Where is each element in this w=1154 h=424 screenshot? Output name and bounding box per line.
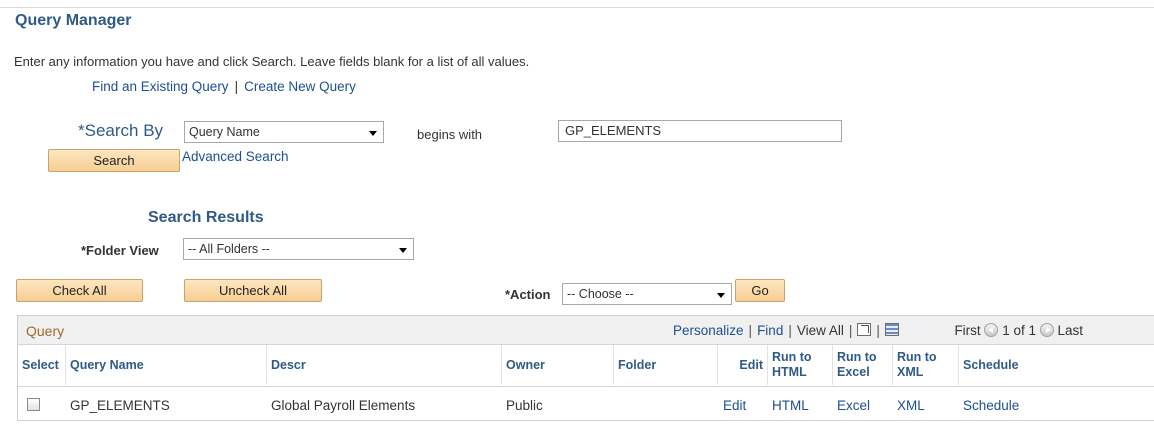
table-row: GP_ELEMENTS Global Payroll Elements Publ… [18, 386, 1154, 421]
search-by-value: Query Name [189, 125, 260, 139]
view-all-link[interactable]: View All [797, 323, 844, 338]
cell-query-name: GP_ELEMENTS [70, 398, 170, 413]
last-arrow-icon[interactable] [1039, 323, 1054, 337]
schedule-link[interactable]: Schedule [963, 398, 1019, 413]
action-select[interactable]: -- Choose -- [562, 283, 732, 305]
cell-owner: Public [506, 398, 543, 413]
col-run-to-html-line1: Run to [772, 350, 812, 364]
query-nav-links: Find an Existing Query | Create New Query [92, 79, 356, 94]
find-link[interactable]: Find [757, 323, 783, 338]
col-run-to-html-line2: HTML [772, 365, 807, 379]
cell-descr: Global Payroll Elements [271, 398, 416, 413]
page-range: 1 of 1 [1002, 323, 1036, 338]
search-value-input[interactable]: GP_ELEMENTS [558, 120, 842, 142]
col-run-to-xml-line2: XML [897, 365, 924, 379]
last-label: Last [1057, 323, 1084, 338]
download-grid-icon[interactable] [884, 323, 899, 336]
col-select: Select [18, 345, 66, 385]
operator-text: begins with [417, 127, 483, 142]
run-html-link[interactable]: HTML [772, 398, 809, 413]
advanced-search-link[interactable]: Advanced Search [182, 149, 289, 164]
grid-navigation: Personalize | Find | View All | | First 1 of 1… [673, 323, 1084, 338]
page-title: Query Manager [15, 12, 132, 29]
folder-view-select[interactable]: -- All Folders -- [183, 238, 414, 260]
col-folder: Folder [614, 345, 718, 385]
create-new-query-link[interactable]: Create New Query [244, 79, 356, 94]
col-run-to-excel: Run to Excel [833, 345, 893, 385]
col-schedule: Schedule [959, 345, 1154, 385]
col-run-to-excel-line1: Run to [837, 350, 877, 364]
action-label: *Action [505, 287, 551, 302]
search-by-select[interactable]: Query Name [184, 121, 384, 143]
search-button[interactable]: Search [48, 149, 180, 172]
uncheck-all-button[interactable]: Uncheck All [184, 279, 322, 302]
zoom-icon[interactable] [857, 323, 872, 336]
edit-link[interactable]: Edit [723, 398, 746, 413]
folder-view-label: *Folder View [81, 243, 159, 258]
col-query-name: Query Name [66, 345, 267, 385]
first-label: First [954, 323, 981, 338]
run-xml-link[interactable]: XML [897, 398, 925, 413]
nav-separator: | [234, 79, 239, 94]
first-arrow-icon[interactable] [984, 323, 999, 337]
top-divider [0, 7, 1154, 8]
find-existing-query-link[interactable]: Find an Existing Query [92, 79, 229, 94]
check-all-button[interactable]: Check All [16, 279, 143, 302]
personalize-link[interactable]: Personalize [673, 323, 744, 338]
grid-title: Query [26, 323, 65, 339]
action-value: -- Choose -- [567, 287, 634, 301]
col-run-to-xml: Run to XML [893, 345, 959, 385]
col-run-to-excel-line2: Excel [837, 365, 870, 379]
grid-header-bar: Query Personalize | Find | View All | | First … [18, 316, 1154, 345]
col-run-to-xml-line1: Run to [897, 350, 937, 364]
search-by-label: *Search By [78, 121, 164, 140]
instructions-text: Enter any information you have and click… [14, 54, 530, 69]
go-button[interactable]: Go [735, 279, 785, 302]
col-run-to-html: Run to HTML [768, 345, 833, 385]
search-results-title: Search Results [148, 209, 264, 226]
col-owner: Owner [502, 345, 614, 385]
folder-view-value: -- All Folders -- [188, 242, 270, 256]
col-edit: Edit [718, 345, 768, 385]
query-grid: Query Personalize | Find | View All | | First … [17, 315, 1154, 421]
col-descr: Descr [267, 345, 502, 385]
row-select-checkbox[interactable] [27, 398, 40, 411]
run-excel-link[interactable]: Excel [837, 398, 870, 413]
